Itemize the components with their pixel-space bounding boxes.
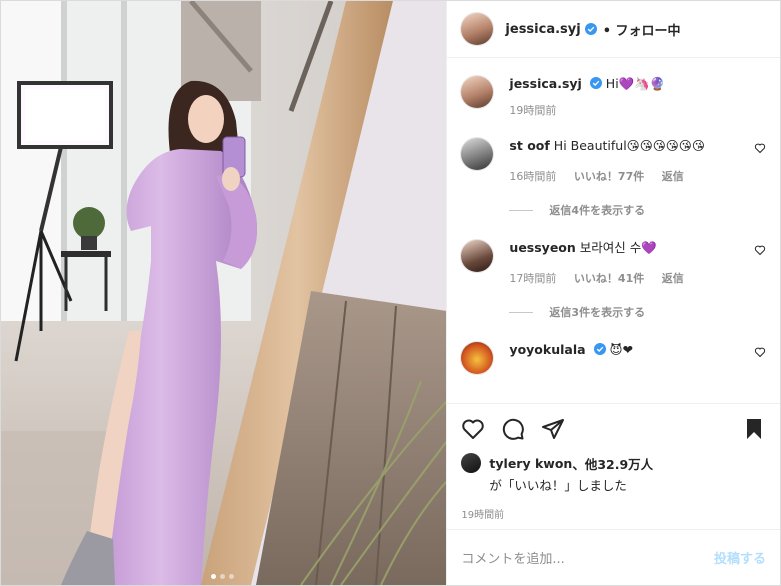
reply-divider xyxy=(509,209,534,211)
avatar[interactable] xyxy=(461,138,494,170)
view-replies-button[interactable]: 返信3件を表示する xyxy=(509,304,766,320)
view-replies-label: 返信4件を表示する xyxy=(549,204,646,217)
like-heart-icon[interactable] xyxy=(461,417,485,441)
reply-button[interactable]: 返信 xyxy=(662,272,684,285)
post-photo[interactable] xyxy=(1,1,447,585)
heart-icon[interactable] xyxy=(754,346,766,358)
avatar[interactable] xyxy=(461,342,494,374)
post-header: jessica.syj • フォロー中 xyxy=(447,1,780,58)
follow-status[interactable]: • フォロー中 xyxy=(603,20,681,39)
liker-username[interactable]: tylery kwon xyxy=(489,456,572,471)
avatar[interactable] xyxy=(461,13,494,45)
header-username[interactable]: jessica.syj xyxy=(505,22,580,37)
avatar[interactable] xyxy=(461,76,494,108)
comment-time[interactable]: 16時間前 xyxy=(509,170,556,183)
likes-summary[interactable]: tylery kwon 、他32.9万人 xyxy=(447,453,780,473)
likes-count[interactable]: 、他32.9万人 xyxy=(572,454,653,473)
comment-text: 😈❤ xyxy=(609,342,634,357)
action-bar xyxy=(447,403,780,453)
heart-icon[interactable] xyxy=(754,244,766,256)
photo-illustration xyxy=(1,1,447,585)
reply-divider xyxy=(509,311,534,313)
bookmark-icon[interactable] xyxy=(742,417,766,441)
comment-bubble-icon[interactable] xyxy=(501,417,525,441)
view-replies-button[interactable]: 返信4件を表示する xyxy=(509,202,766,218)
caption: jessica.syj Hi💜🦄🔮 19時間前 xyxy=(461,74,766,120)
carousel-dots xyxy=(211,574,234,579)
view-replies-label: 返信3件を表示する xyxy=(549,306,646,319)
reply-button[interactable]: 返信 xyxy=(662,170,684,183)
post-comment-button[interactable]: 投稿する xyxy=(714,548,766,567)
comment-username[interactable]: yoyokulala xyxy=(509,342,585,357)
comment-text: Hi Beautiful😘😘😘😘😘😘 xyxy=(553,138,705,153)
caption-username[interactable]: jessica.syj xyxy=(509,76,581,91)
comment-likes[interactable]: いいね！41件 xyxy=(574,272,644,285)
likes-summary-suffix: が「いいね！」しました xyxy=(489,478,627,493)
comment-item: uessyeon 보라여신 수💜 17時間前 いいね！41件 返信 xyxy=(461,238,766,288)
caption-text: Hi💜🦄🔮 xyxy=(605,76,666,91)
comment-username[interactable]: st oof xyxy=(509,138,549,153)
verified-badge-icon xyxy=(589,77,602,89)
caption-time[interactable]: 19時間前 xyxy=(509,104,556,117)
comment-likes[interactable]: いいね！77件 xyxy=(574,170,644,183)
comment-username[interactable]: uessyeon xyxy=(509,240,575,255)
post-timestamp[interactable]: 19時間前 xyxy=(447,494,780,530)
comment-text: 보라여신 수💜 xyxy=(579,240,657,255)
avatar[interactable] xyxy=(461,240,494,272)
heart-icon[interactable] xyxy=(754,142,766,154)
instagram-post-modal: jessica.syj • フォロー中 jessica.syj Hi💜🦄🔮 19… xyxy=(0,0,781,586)
comment-time[interactable]: 17時間前 xyxy=(509,272,556,285)
comment-item: yoyokulala 😈❤ xyxy=(461,340,766,374)
share-paper-plane-icon[interactable] xyxy=(541,417,565,441)
comments-list[interactable]: jessica.syj Hi💜🦄🔮 19時間前 st oof Hi Beauti… xyxy=(447,58,780,403)
verified-badge-icon xyxy=(584,23,597,35)
comment-item: st oof Hi Beautiful😘😘😘😘😘😘 16時間前 いいね！77件 … xyxy=(461,136,766,186)
post-sidebar: jessica.syj • フォロー中 jessica.syj Hi💜🦄🔮 19… xyxy=(446,1,780,585)
comment-input[interactable]: コメントを追加... xyxy=(461,548,564,567)
liker-avatar[interactable] xyxy=(461,453,482,473)
verified-badge-icon xyxy=(593,343,606,355)
add-comment-bar: コメントを追加... 投稿する xyxy=(447,530,780,585)
